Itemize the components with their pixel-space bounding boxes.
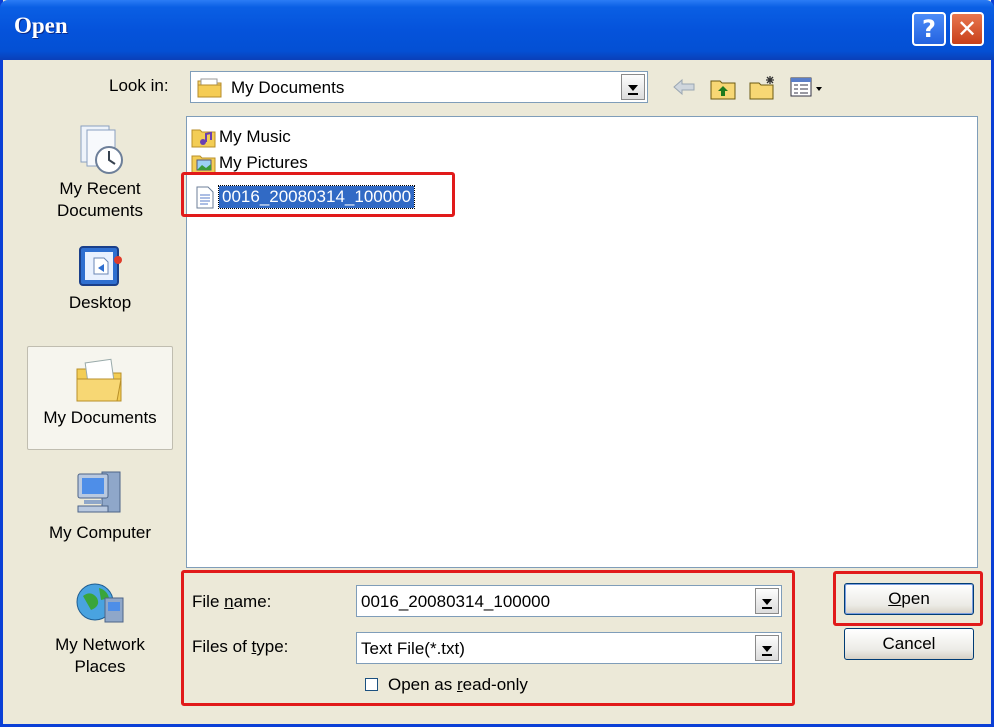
file-name-label: File name: (192, 592, 272, 611)
open-dialog: Open ? ✕ Look in: My Documents My Recent… (0, 0, 994, 727)
read-only-checkbox[interactable] (365, 678, 378, 691)
file-name: 0016_20080314_100000 (217, 185, 416, 209)
look-in-dropdown[interactable]: My Documents (190, 71, 648, 103)
list-item[interactable]: My Pictures (191, 152, 308, 174)
help-button[interactable]: ? (912, 12, 946, 46)
places-bar: My Recent Documents Desktop My Documents (27, 110, 173, 706)
chevron-down-icon[interactable] (755, 635, 779, 661)
open-button-label: Open (888, 589, 930, 608)
file-name: My Pictures (219, 153, 308, 172)
desktop-icon (79, 246, 122, 286)
file-type-select[interactable]: Text File(*.txt) (356, 632, 782, 664)
recent-documents-icon (80, 125, 123, 174)
list-item[interactable]: My Music (191, 124, 291, 150)
place-my-computer[interactable]: My Computer (27, 466, 173, 544)
new-folder-icon[interactable] (748, 75, 778, 101)
look-in-value: My Documents (231, 78, 345, 97)
close-icon: ✕ (956, 15, 978, 43)
file-type-value: Text File(*.txt) (361, 639, 465, 658)
text-file-icon (196, 186, 214, 209)
place-recent-documents[interactable]: My Recent Documents (27, 120, 173, 222)
open-button[interactable]: Open (844, 583, 974, 615)
list-item-selected[interactable]: 0016_20080314_100000 (191, 184, 416, 210)
file-list[interactable]: My Music My Pictures 0016_20080314_10000… (186, 116, 978, 568)
look-in-label: Look in: (109, 76, 169, 95)
place-my-documents[interactable]: My Documents (27, 346, 173, 450)
place-label: Documents (57, 201, 143, 220)
place-my-network-places[interactable]: My Network Places (27, 576, 173, 678)
close-button[interactable]: ✕ (950, 12, 984, 46)
pictures-folder-icon (191, 155, 216, 174)
my-documents-icon (76, 358, 122, 402)
chevron-down-icon[interactable] (755, 588, 779, 614)
network-places-icon (76, 583, 124, 623)
place-label: My Computer (48, 523, 152, 542)
file-name: My Music (219, 127, 291, 146)
chevron-down-icon[interactable] (621, 74, 645, 100)
read-only-label: Open as read-only (388, 675, 528, 694)
up-folder-icon[interactable] (709, 75, 737, 101)
cancel-button[interactable]: Cancel (844, 628, 974, 660)
my-computer-icon (77, 471, 121, 513)
place-label: My Documents (43, 408, 157, 427)
file-name-input[interactable]: 0016_20080314_100000 (356, 585, 782, 617)
music-folder-icon (191, 129, 216, 148)
views-menu-icon[interactable] (789, 75, 829, 99)
file-name-value: 0016_20080314_100000 (361, 592, 551, 611)
place-label: Places (74, 657, 126, 676)
back-arrow-icon[interactable] (670, 75, 698, 99)
place-label: My Recent (59, 179, 141, 198)
file-type-label: Files of type: (192, 637, 289, 656)
title-bar[interactable]: Open ? ✕ (0, 0, 994, 60)
cancel-button-label: Cancel (882, 634, 936, 653)
help-icon: ? (922, 15, 936, 43)
place-label: My Network (55, 635, 145, 654)
place-label: Desktop (68, 293, 132, 312)
place-desktop[interactable]: Desktop (27, 244, 173, 314)
window-title: Open (14, 13, 68, 38)
folder-icon (197, 78, 222, 98)
